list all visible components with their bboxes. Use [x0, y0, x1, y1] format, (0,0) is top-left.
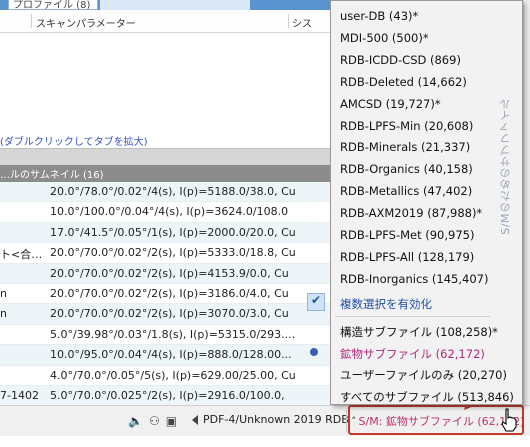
expand-hint: (ダブルクリックしてタブを拡大): [0, 137, 148, 148]
menu-item-label: MDI-500 (500)*: [340, 30, 429, 45]
menu-item[interactable]: RDB-Minerals (21,337): [331, 136, 491, 158]
tab-profiles[interactable]: プロファイル (8): [8, 0, 98, 11]
row-scan-params: 17.0°/41.5°/0.05°/1(s), I(p)=2000.0/20.0…: [50, 225, 296, 239]
table-row[interactable]: 5.0°/39.98°/0.03°/1.8(s), I(p)=5315.0/29…: [0, 325, 330, 346]
menu-item[interactable]: RDB-Metallics (47,402): [331, 180, 491, 202]
row-name: n: [0, 307, 7, 321]
column-scan-params[interactable]: スキャンパラメーター: [36, 15, 136, 30]
menu-item[interactable]: RDB-Deleted (14,662): [331, 71, 491, 93]
menu-item[interactable]: RDB-LPFS-Met (90,975): [331, 224, 491, 246]
menu-item[interactable]: RDB-Inorganics (145,407): [331, 268, 491, 290]
menu-item-label: RDB-Minerals (21,337): [340, 140, 471, 155]
menu-item-label: RDB-AXM2019 (87,988)*: [340, 206, 483, 221]
status-icons: 🔈 ⚇ ▣: [128, 414, 183, 428]
hand-cursor-icon: [501, 408, 517, 432]
row-name: ト<合…: [0, 248, 43, 262]
table-row[interactable]: 7-1402 5.0°/70.0°/0.025°/2(s), I(p)=2916.…: [0, 385, 330, 407]
menu-item-label: RDB-Organics (40,158): [340, 162, 473, 177]
table-row[interactable]: 17.0°/41.5°/0.05°/1(s), I(p)=2000.0/20.0…: [0, 222, 330, 244]
column-system[interactable]: シス: [292, 15, 312, 30]
thumbnail-list: 20.0°/78.0°/0.02°/4(s), I(p)=5188.0/38.0…: [0, 182, 330, 427]
database-label[interactable]: PDF-4/Unknown 2019 RDB: [203, 413, 349, 426]
radio-selected-icon: [310, 347, 318, 356]
menu-item[interactable]: すべてのサブファイル (513,846): [331, 385, 514, 407]
menu-side-label-text: S/Mのためのサブファイル: [499, 98, 512, 235]
column-separator[interactable]: [31, 14, 32, 28]
row-scan-params: 10.0°/100.0°/0.04°/4(s), I(p)=3624.0/108…: [50, 205, 289, 219]
triangle-left-icon[interactable]: [192, 415, 198, 425]
window-icon[interactable]: ▣: [166, 414, 177, 428]
menu-item[interactable]: RDB-Organics (40,158): [331, 158, 491, 180]
row-scan-params: 20.0°/70.0°/0.02°/2(s), I(p)=3186.0/4.0,…: [50, 286, 289, 300]
menu-item-label: 鉱物サブファイル (62,172): [340, 346, 485, 361]
column-header: スキャンパラメーター シス: [0, 10, 330, 33]
scrollbar[interactable]: [523, 0, 530, 405]
table-row[interactable]: 4.0°/70.0°/0.05°/5(s), I(p)=629.00/25.00…: [0, 366, 330, 386]
table-row[interactable]: n 20.0°/70.0°/0.02°/2(s), I(p)=3186.0/4.0…: [0, 284, 330, 305]
menu-item[interactable]: 鉱物サブファイル (62,172): [310, 342, 491, 364]
menu-item-label: RDB-Deleted (14,662): [340, 74, 467, 89]
row-scan-params: 20.0°/70.0°/0.02°/2(s), I(p)=5333.0/18.8…: [50, 246, 296, 260]
menu-separator: [335, 315, 490, 317]
row-scan-params: 20.0°/70.0°/0.02°/2(s), I(p)=4153.9/0.0,…: [50, 266, 289, 280]
tab-second[interactable]: [100, 0, 250, 10]
table-row[interactable]: 20.0°/70.0°/0.02°/2(s), I(p)=4153.9/0.0,…: [0, 263, 330, 284]
menu-item[interactable]: ユーザーファイルのみ (20,270): [331, 363, 507, 385]
menu-item[interactable]: user-DB (43)*: [331, 5, 491, 27]
tab-strip: プロファイル (8): [0, 0, 330, 11]
table-row[interactable]: n 20.0°/70.0°/0.02°/2(s), I(p)=3070.0/3.0…: [0, 304, 330, 325]
menu-item-label: RDB-LPFS-Met (90,975): [340, 228, 475, 242]
menu-item-label: RDB-Metallics (47,402): [340, 184, 473, 199]
table-row[interactable]: 10.0°/95.0°/0.04°/4(s), I(p)=888.0/128.0…: [0, 345, 330, 366]
menu-item-label: ユーザーファイルのみ (20,270): [340, 368, 507, 383]
table-row[interactable]: ト<合… 20.0°/70.0°/0.02°/2(s), I(p)=5333.0/…: [0, 243, 330, 264]
table-row[interactable]: 20.0°/78.0°/0.02°/4(s), I(p)=5188.0/38.0…: [0, 182, 330, 203]
row-scan-params: 10.0°/95.0°/0.04°/4(s), I(p)=888.0/128.0…: [50, 348, 292, 362]
menu-side-label: S/Mのためのサブファイル: [498, 98, 516, 328]
row-name: n: [0, 286, 7, 300]
menu-item[interactable]: RDB-LPFS-All (128,179): [331, 246, 491, 268]
status-divider: [346, 410, 347, 432]
thumbnail-panel-header: …ルのサムネイル (16): [0, 165, 330, 182]
menu-item[interactable]: RDB-LPFS-Min (20,608): [331, 115, 491, 137]
row-name: 7-1402: [0, 388, 39, 402]
menu-item[interactable]: MDI-500 (500)*: [331, 27, 491, 49]
menu-item[interactable]: AMCSD (19,727)*: [331, 93, 491, 115]
row-scan-params: 20.0°/70.0°/0.02°/2(s), I(p)=3070.0/3.0,…: [50, 307, 289, 321]
subfile-dropdown-menu: user-DB (43)* MDI-500 (500)* RDB-ICDD-CSD …: [307, 0, 523, 407]
table-row[interactable]: 10.0°/100.0°/0.04°/4(s), I(p)=3624.0/108…: [0, 202, 330, 223]
speaker-icon[interactable]: 🔈: [128, 414, 143, 428]
row-scan-params: 20.0°/78.0°/0.02°/4(s), I(p)=5188.0/38.0…: [50, 185, 296, 198]
menu-item-label: user-DB (43)*: [340, 9, 419, 23]
menu-item-label: すべてのサブファイル (513,846): [340, 390, 514, 405]
row-scan-params: 5.0°/39.98°/0.03°/1.8(s), I(p)=5315.0/29…: [50, 327, 296, 341]
users-icon[interactable]: ⚇: [149, 414, 160, 428]
menu-item[interactable]: RDB-AXM2019 (87,988)*: [331, 202, 491, 224]
column-separator[interactable]: [288, 14, 289, 28]
splitter-band[interactable]: [0, 148, 330, 166]
menu-item-label: 構造サブファイル (108,258)*: [340, 324, 498, 339]
row-scan-params: 4.0°/70.0°/0.05°/5(s), I(p)=629.00/25.00…: [50, 368, 296, 382]
row-scan-params: 5.0°/70.0°/0.025°/2(s), I(p)=2916.0/100.…: [50, 388, 285, 402]
menu-item-label: 複数選択を有効化: [340, 296, 432, 311]
menu-item-label: RDB-Inorganics (145,407): [340, 271, 489, 286]
menu-item[interactable]: 構造サブファイル (108,258)*: [331, 320, 498, 342]
menu-item-label: RDB-ICDD-CSD (869): [340, 52, 461, 67]
menu-item[interactable]: RDB-ICDD-CSD (869): [331, 49, 491, 71]
menu-item-label: RDB-LPFS-All (128,179): [340, 249, 475, 264]
thumbnail-panel-title: …ルのサムネイル (16): [0, 170, 104, 181]
menu-item-label: AMCSD (19,727)*: [340, 96, 441, 111]
checkmark-icon: ✔: [311, 292, 322, 307]
menu-item-label: RDB-LPFS-Min (20,608): [340, 118, 474, 133]
menu-item[interactable]: ✔ 複数選択を有効化: [307, 292, 491, 314]
